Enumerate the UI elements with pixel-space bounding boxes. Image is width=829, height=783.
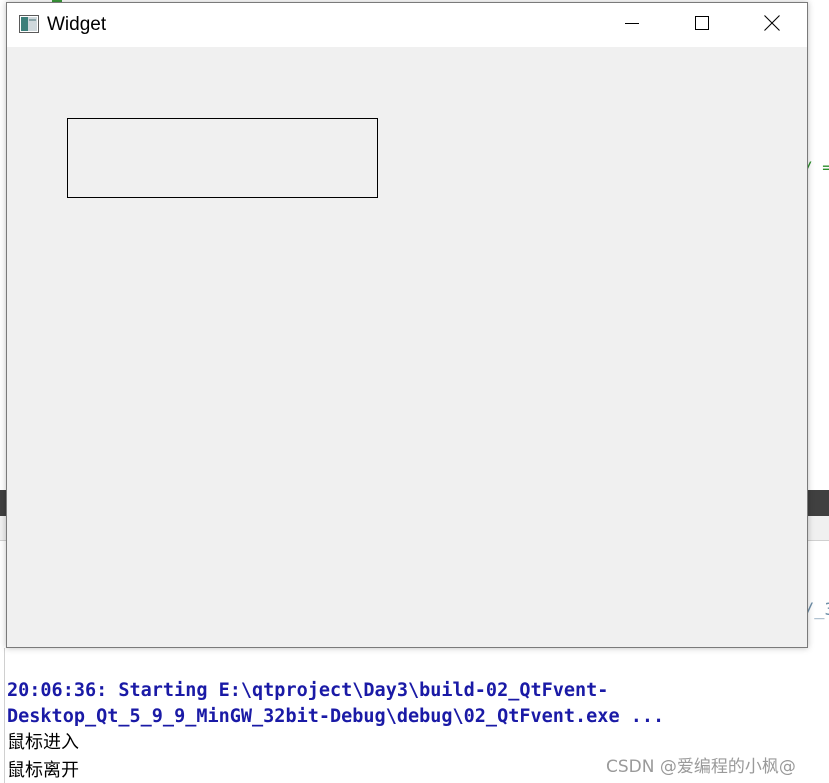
application-output-pane: 20:06:36: Starting E:\qtproject\Day3\bui… (0, 648, 829, 783)
start-message-line-2: Desktop_Qt_5_9_9_MinGW_32bit-Debug\debug… (7, 706, 665, 727)
maximize-button[interactable] (679, 3, 725, 47)
pane-border (4, 648, 5, 783)
minimize-icon (624, 15, 640, 36)
maximize-icon (694, 15, 710, 36)
qt-window-icon (19, 15, 39, 33)
close-button[interactable] (749, 3, 795, 47)
minimize-button[interactable] (609, 3, 655, 47)
widget-window[interactable]: Widget (6, 2, 808, 648)
start-message-line-1: 20:06:36: Starting E:\qtproject\Day3\bui… (7, 680, 609, 701)
close-icon (763, 14, 781, 37)
title-bar[interactable]: Widget (7, 3, 807, 47)
window-title: Widget (47, 14, 107, 35)
screen: / = /_3 20:06:36: Starting E:\qtproject\… (0, 0, 829, 783)
output-line-mouse-leave: 鼠标离开 (7, 760, 79, 781)
watermark: CSDN @爱编程的小枫@ (606, 757, 796, 777)
widget-client-area[interactable] (7, 47, 807, 647)
hover-label[interactable] (67, 118, 378, 198)
output-line-mouse-enter: 鼠标进入 (7, 732, 79, 753)
start-message: 20:06:36: Starting E:\qtproject\Day3\bui… (7, 678, 767, 730)
